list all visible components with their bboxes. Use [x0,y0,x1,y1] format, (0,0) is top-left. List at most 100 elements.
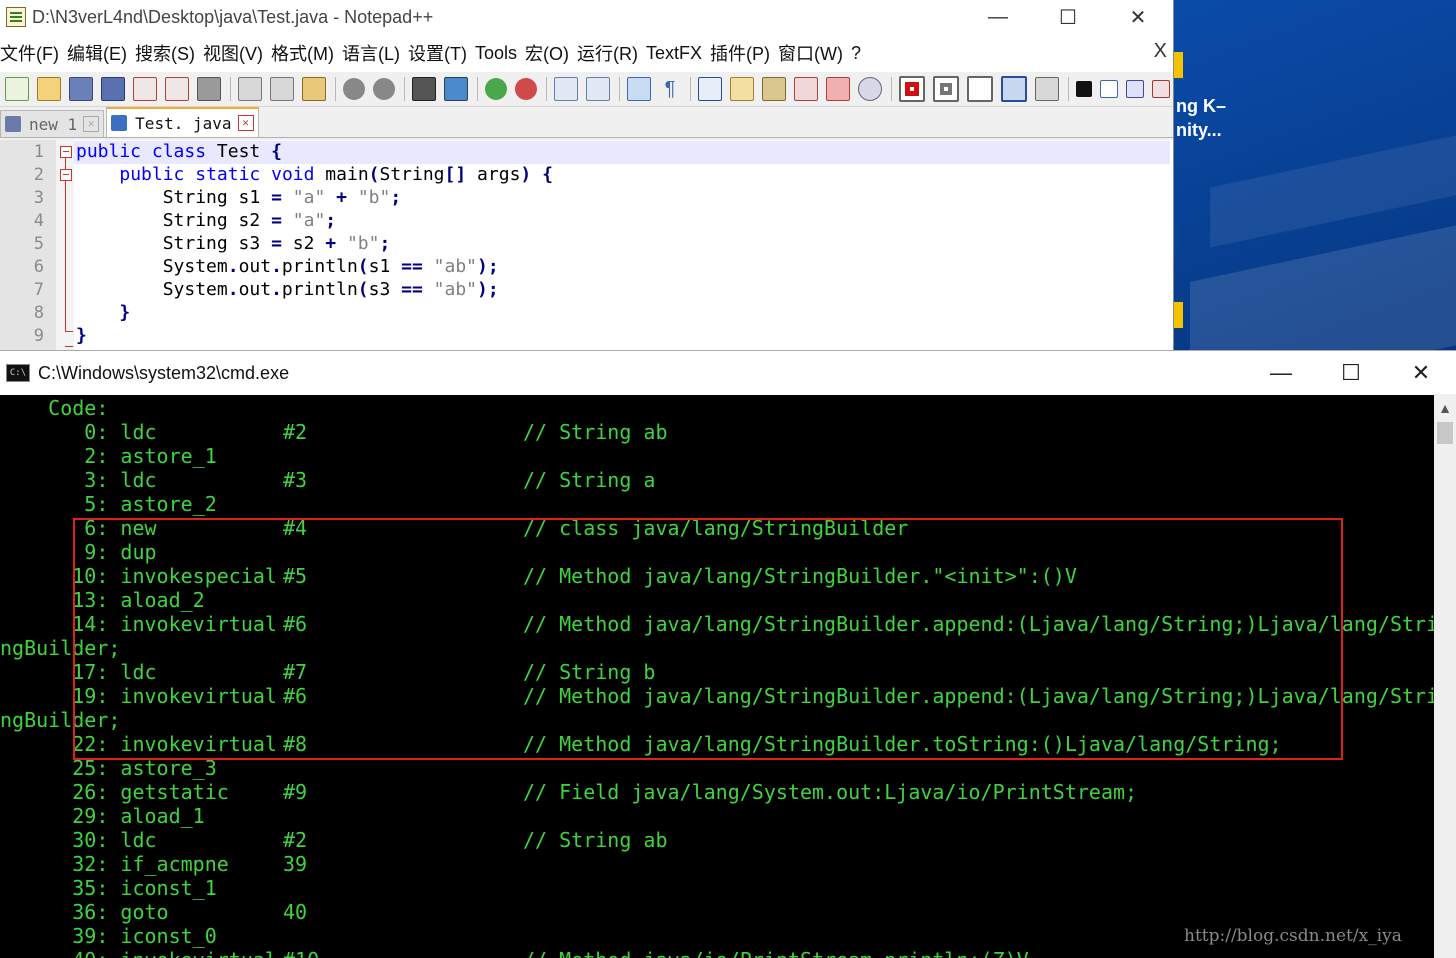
menu-file[interactable]: 文件(F) [0,40,67,66]
paste-icon[interactable] [302,77,326,101]
code-token: ; [379,233,391,254]
menu-textfx[interactable]: TextFX [646,43,710,64]
menu-help[interactable]: ? [851,43,869,64]
cmd-title-bar[interactable]: C:\ C:\Windows\system32\cmd.exe — ☐ ✕ [0,350,1456,395]
run-macro-multiple-icon[interactable] [1001,76,1027,102]
redo-icon[interactable] [373,78,395,100]
desktop-light-beam [1210,132,1456,248]
stop-macro-icon[interactable] [933,76,959,102]
fold-toggle-icon[interactable] [60,146,72,158]
record-macro-icon[interactable] [899,76,925,102]
plugin-j-icon[interactable] [1076,81,1092,97]
zoom-in-icon[interactable] [485,78,507,100]
save-all-icon[interactable] [101,77,125,101]
new-file-icon[interactable] [5,77,29,101]
scroll-up-icon[interactable]: ▲ [1434,398,1456,418]
print-icon[interactable] [197,77,221,101]
close-all-icon[interactable] [165,77,189,101]
cmd-maximize-button[interactable]: ☐ [1316,351,1386,395]
window-title: D:\N3verL4nd\Desktop\java\Test.java - No… [32,6,434,27]
plugin-arrow-icon[interactable] [1100,80,1118,98]
code-token: Test [206,141,272,162]
close-document-button[interactable]: X [1154,40,1167,63]
menu-macro[interactable]: 宏(O) [525,40,577,66]
tab-new-1[interactable]: new 1 ✕ [0,110,105,137]
code-token: args [466,164,521,185]
console-output[interactable]: Code: 0: ldc #2 // String ab 2: astore_1 3… [0,394,1434,958]
close-tab-icon[interactable]: ✕ [237,115,254,131]
scroll-thumb[interactable] [1437,422,1453,444]
user-language-icon[interactable] [730,77,754,101]
desktop-snippet-line: ng K– [1176,96,1227,116]
plugin-list-icon[interactable] [1152,80,1170,98]
comment-text: // Method java/lang/StringBuilder.append… [523,612,1434,636]
code-token: "a" [292,210,326,231]
tab-test-java[interactable]: Test. java ✕ [106,107,259,137]
line-number: 6 [33,257,44,277]
cmd-app-icon: C:\ [6,364,30,382]
desktop-shortcut-tab[interactable] [1173,52,1183,78]
plugin-table-icon[interactable] [1126,80,1144,98]
save-macro-icon[interactable] [1035,77,1059,101]
find-icon[interactable] [412,77,436,101]
word-wrap-icon[interactable] [627,77,651,101]
save-icon[interactable] [69,77,93,101]
function-list-icon[interactable] [794,77,818,101]
sync-vertical-icon[interactable] [554,77,578,101]
menu-language[interactable]: 语言(L) [342,40,408,66]
code-token: = [271,187,282,208]
code-token: [] [444,164,467,185]
cmd-minimize-button[interactable]: — [1246,351,1316,395]
notepad-title-bar[interactable]: D:\N3verL4nd\Desktop\java\Test.java - No… [0,0,1173,34]
doc-map-icon[interactable] [762,77,786,101]
console-line: 14: invokevirtual #6 // Method java/lang/S… [0,612,1434,636]
copy-icon[interactable] [270,77,294,101]
fold-toggle-icon[interactable] [60,169,72,181]
menu-run[interactable]: 运行(R) [577,40,646,66]
menu-search[interactable]: 搜索(S) [135,40,203,66]
file-saved-icon [111,115,128,131]
code-token: out [238,279,272,300]
console-scrollbar[interactable]: ▲ [1434,394,1456,958]
console-line: 25: astore_3 [0,756,1434,780]
sync-horizontal-icon[interactable] [586,77,610,101]
indent-guide-icon[interactable] [698,77,722,101]
close-button[interactable]: ✕ [1103,0,1173,34]
menu-plugins[interactable]: 插件(P) [710,40,778,66]
close-tab-icon[interactable]: ✕ [83,116,100,132]
desktop-shortcut-label[interactable]: ng K– nity... [1176,94,1256,142]
menu-view[interactable]: 视图(V) [203,40,271,66]
menu-edit[interactable]: 编辑(E) [67,40,135,66]
code-token: + [325,233,337,254]
play-macro-icon[interactable] [967,76,993,102]
folder-workspace-icon[interactable] [826,77,850,101]
code-token: ( [357,256,369,277]
code-token: = [271,233,282,254]
replace-icon[interactable] [444,77,468,101]
zoom-out-icon[interactable] [515,78,537,100]
maximize-button[interactable]: ☐ [1033,0,1103,34]
menu-format[interactable]: 格式(M) [271,40,342,66]
code-token: public [119,164,185,185]
desktop-shortcut-tab[interactable] [1173,302,1183,328]
instruction-text: 0: ldc [0,420,157,444]
line-number: 1 [33,142,44,162]
open-folder-icon[interactable] [37,77,61,101]
code-editor[interactable]: 1 2 3 4 5 6 7 8 9 public class Test { public sta… [0,140,1173,350]
show-all-chars-icon[interactable]: ¶ [659,78,681,100]
code-token: { [542,164,553,185]
menu-window[interactable]: 窗口(W) [778,40,851,66]
cmd-close-button[interactable]: ✕ [1386,351,1456,395]
undo-icon[interactable] [343,78,365,100]
monitoring-icon[interactable] [858,77,882,101]
code-token: ); [477,279,499,300]
cut-icon[interactable] [238,77,262,101]
close-file-icon[interactable] [133,77,157,101]
menu-tools[interactable]: Tools [475,43,525,64]
code-token: "b" [346,233,380,254]
minimize-button[interactable]: — [963,0,1033,34]
code-token: + [336,187,347,208]
menu-settings[interactable]: 设置(T) [408,40,475,66]
